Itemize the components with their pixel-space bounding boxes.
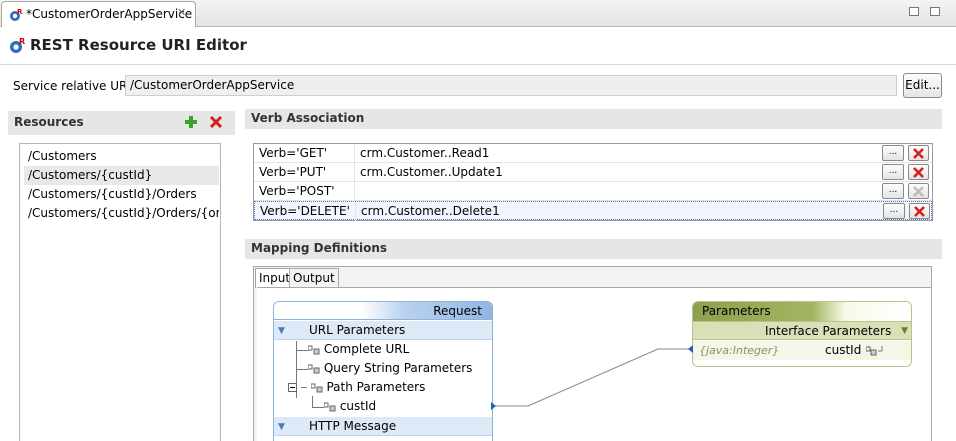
- parameters-box: Parameters Interface Parameters ▼ {java:…: [692, 301, 912, 367]
- rest-service-icon: R: [10, 8, 23, 21]
- verb-association-header: Verb Association: [245, 109, 942, 129]
- request-title: Request: [433, 304, 482, 318]
- header-divider: [0, 64, 956, 65]
- interface-parameters-group[interactable]: Interface Parameters ▼: [693, 321, 911, 340]
- browse-button[interactable]: ...: [882, 164, 904, 180]
- verb-row[interactable]: Verb='GET' crm.Customer..Read1 ...: [254, 144, 932, 163]
- browse-button[interactable]: ...: [882, 145, 904, 161]
- delete-icon: [913, 148, 924, 159]
- parameter-node-icon: [866, 346, 883, 356]
- delete-verb-button-disabled: [908, 183, 929, 199]
- tab-output[interactable]: Output: [289, 268, 339, 288]
- operation-cell: crm.Customer..Delete1: [361, 204, 500, 218]
- complete-url-node[interactable]: Complete URL: [308, 342, 409, 361]
- add-icon[interactable]: [184, 115, 198, 129]
- mapping-definitions-title: Mapping Definitions: [251, 241, 388, 255]
- collapse-triangle-icon[interactable]: ▼: [901, 326, 908, 336]
- minimize-icon[interactable]: [909, 7, 919, 16]
- http-message-label: HTTP Message: [309, 419, 397, 433]
- path-parameters-label: Path Parameters: [326, 380, 426, 394]
- parameter-node-icon: [308, 345, 320, 354]
- parameters-title: Parameters: [702, 304, 771, 318]
- parameters-header: Parameters: [693, 302, 911, 321]
- page-title: REST Resource URI Editor: [30, 36, 247, 54]
- delete-verb-button[interactable]: [909, 203, 930, 219]
- resource-item[interactable]: /Customers/{custId}/Orders: [24, 185, 219, 204]
- editor-tab[interactable]: R *CustomerOrderAppService ✕: [1, 1, 196, 27]
- query-string-label: Query String Parameters: [323, 361, 473, 375]
- request-header: Request: [274, 302, 492, 320]
- verb-cell: Verb='PUT': [259, 165, 327, 179]
- complete-url-label: Complete URL: [323, 342, 410, 356]
- browse-button[interactable]: ...: [883, 203, 905, 219]
- custid-request-node[interactable]: custId: [324, 399, 376, 418]
- collapse-triangle-icon[interactable]: ▼: [278, 422, 285, 432]
- verb-row[interactable]: Verb='PUT' crm.Customer..Update1 ...: [254, 163, 932, 182]
- delete-icon: [914, 206, 925, 217]
- verb-cell: Verb='GET': [259, 146, 328, 160]
- operation-cell: crm.Customer..Read1: [360, 146, 490, 160]
- delete-icon[interactable]: [209, 115, 223, 129]
- resource-item[interactable]: /Customers: [24, 147, 219, 166]
- parameter-type: {java:Integer}: [699, 344, 780, 357]
- resource-item[interactable]: /Customers/{custId}/Orders/{orde...: [24, 204, 219, 223]
- maximize-icon[interactable]: [930, 7, 940, 16]
- svg-text:R: R: [17, 8, 23, 16]
- service-uri-label: Service relative URI:: [13, 79, 135, 93]
- path-parameters-node[interactable]: Path Parameters: [288, 380, 425, 399]
- parameter-name: custId: [825, 343, 862, 357]
- resources-title: Resources: [14, 115, 84, 129]
- verb-row[interactable]: Verb='POST' ...: [254, 182, 932, 201]
- close-icon[interactable]: ✕: [177, 6, 186, 19]
- parameter-node-icon: [324, 402, 336, 411]
- resources-list: /Customers /Customers/{custId} /Customer…: [19, 143, 221, 441]
- parameter-node-icon: [310, 383, 323, 392]
- delete-verb-button[interactable]: [908, 145, 929, 161]
- operation-cell: crm.Customer..Update1: [360, 165, 503, 179]
- url-parameters-group[interactable]: ▼ URL Parameters: [274, 321, 492, 340]
- service-uri-field[interactable]: /CustomerOrderAppService: [125, 75, 897, 96]
- interface-parameters-label: Interface Parameters: [765, 324, 892, 338]
- editor-tab-strip: R *CustomerOrderAppService ✕: [0, 0, 956, 27]
- verb-table: Verb='GET' crm.Customer..Read1 ... Verb=…: [253, 143, 933, 221]
- parameter-node-icon: [308, 364, 320, 373]
- editor-tab-title: *CustomerOrderAppService: [26, 7, 193, 21]
- verb-row[interactable]: Verb='DELETE' crm.Customer..Delete1 ...: [254, 201, 932, 221]
- delete-icon: [913, 167, 924, 178]
- mapping-definitions-header: Mapping Definitions: [245, 239, 942, 259]
- query-string-node[interactable]: Query String Parameters: [308, 361, 472, 380]
- collapse-triangle-icon[interactable]: ▼: [278, 326, 285, 336]
- browse-button[interactable]: ...: [882, 183, 904, 199]
- request-box: Request ▼ URL Parameters Complete URL Qu…: [273, 301, 493, 441]
- verb-cell: Verb='DELETE': [260, 204, 350, 218]
- custid-request-label: custId: [339, 399, 377, 413]
- delete-verb-button[interactable]: [908, 164, 929, 180]
- verb-cell: Verb='POST': [259, 184, 335, 198]
- collapse-minus-icon[interactable]: [288, 383, 297, 392]
- edit-button[interactable]: Edit...: [903, 73, 942, 98]
- svg-text:R: R: [19, 37, 25, 46]
- rest-resource-icon: R: [10, 37, 25, 53]
- custid-parameter-row[interactable]: {java:Integer} custId: [693, 341, 911, 360]
- verb-association-title: Verb Association: [251, 111, 365, 125]
- resources-section-header: Resources: [8, 111, 235, 135]
- delete-icon: [913, 186, 924, 197]
- url-parameters-label: URL Parameters: [309, 323, 406, 337]
- resource-item[interactable]: /Customers/{custId}: [24, 166, 219, 185]
- http-message-group[interactable]: ▼ HTTP Message: [274, 417, 492, 436]
